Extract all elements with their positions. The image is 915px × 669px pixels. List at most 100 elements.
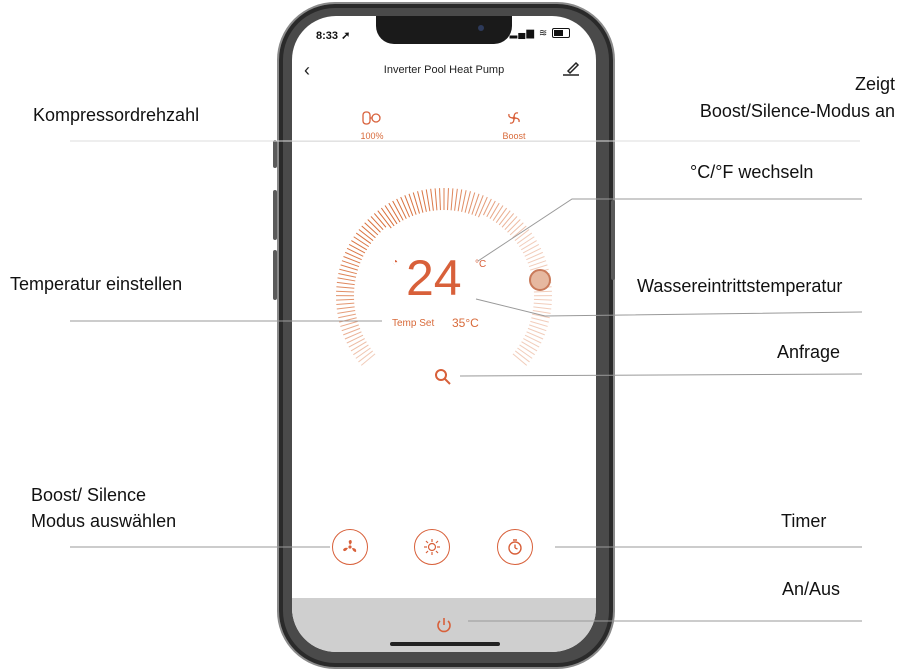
label-query: Anfrage: [777, 341, 840, 363]
label-on-off: An/Aus: [782, 578, 840, 600]
label-select-mode-line1: Boost/ Silence: [31, 484, 146, 506]
dial-tick: [530, 321, 547, 326]
dial-tick: [515, 351, 529, 362]
dial-tick: [505, 216, 517, 229]
dial-tick: [418, 191, 423, 212]
dial-tick: [385, 206, 397, 224]
dial-tick: [337, 311, 355, 314]
dial-tick: [483, 199, 491, 215]
dial-tick: [345, 252, 361, 259]
dial-tick: [351, 241, 366, 250]
dial-tick: [405, 195, 413, 216]
dial-tick: [465, 191, 470, 212]
dial-tick: [397, 199, 407, 219]
water-temp-marker-icon: ◔: [392, 257, 398, 268]
dial-tick: [528, 328, 545, 334]
dial-tick: [533, 307, 551, 309]
mode-value: Boost: [484, 131, 544, 141]
heat-mode-button[interactable]: [414, 529, 450, 565]
camera-icon: [478, 25, 484, 31]
label-switch-unit: °C/°F wechseln: [690, 161, 813, 183]
volume-button: [273, 250, 277, 300]
dial-tick: [529, 261, 546, 267]
dial-tick: [496, 208, 506, 223]
dial-tick: [365, 223, 378, 235]
temp-set-value: 35°C: [452, 316, 479, 330]
volume-button: [273, 140, 277, 168]
dial-tick: [487, 201, 496, 217]
mode-indicator: Boost: [484, 110, 544, 141]
app-title: Inverter Pool Heat Pump: [292, 64, 596, 76]
dial-tick: [342, 261, 359, 267]
dial-tick: [354, 237, 369, 247]
dial-tick: [520, 345, 535, 355]
unit-toggle[interactable]: °C: [475, 259, 486, 270]
dial-tick: [431, 189, 434, 211]
dial-tick: [338, 278, 356, 281]
dial-tick: [339, 318, 356, 322]
dial-tick: [343, 256, 360, 263]
dial-tick: [336, 303, 354, 304]
dial-tick: [368, 220, 381, 233]
timer-button[interactable]: [497, 529, 533, 565]
dial-tick: [525, 335, 541, 343]
label-shows-mode-line2: Boost/Silence-Modus an: [620, 100, 895, 122]
phone-screen: 8:33 ➚ ▂▄▆ ≋ ‹ Inverter Pool Heat Pump 1…: [292, 16, 596, 652]
dial-tick: [502, 213, 514, 227]
divider: [292, 141, 596, 142]
dial-tick: [413, 192, 419, 213]
fan-icon: [506, 110, 522, 126]
dial-tick: [478, 197, 487, 217]
dial-tick: [337, 307, 355, 309]
dial-tick: [513, 354, 527, 366]
dial-tick: [455, 189, 458, 211]
temperature-dial[interactable]: [292, 16, 596, 416]
dial-tick: [490, 203, 499, 218]
dial-tick: [475, 195, 483, 216]
dial-tick: [336, 299, 354, 300]
compressor-value: 100%: [342, 131, 402, 141]
dial-tick: [534, 291, 552, 292]
dial-tick: [378, 211, 391, 228]
status-icons: ▂▄▆ ≋: [510, 28, 570, 39]
dial-tick: [513, 226, 527, 238]
edit-icon: [562, 60, 580, 76]
dial-tick: [534, 303, 552, 304]
power-button[interactable]: [435, 616, 453, 639]
dial-tick: [362, 226, 376, 238]
dial-tick: [422, 190, 427, 212]
fan-mode-button[interactable]: [332, 529, 368, 565]
dial-tick: [508, 220, 521, 233]
dial-tick: [534, 299, 552, 300]
dial-tick: [472, 194, 479, 215]
dial-tick: [525, 248, 541, 256]
dial-tick: [349, 339, 365, 348]
dial-tick: [381, 208, 394, 226]
search-icon: [434, 368, 452, 386]
edit-button[interactable]: [562, 60, 580, 81]
dial-tick: [519, 237, 534, 247]
dial-tick: [529, 325, 546, 331]
dial-tick: [393, 201, 403, 220]
query-button[interactable]: [434, 368, 452, 391]
dial-tick: [342, 325, 359, 331]
dial-tick: [371, 216, 383, 229]
dial-tick: [374, 213, 386, 227]
timer-icon: [506, 538, 524, 556]
home-indicator: [390, 642, 500, 646]
dial-tick: [336, 291, 354, 292]
dial-tick: [339, 269, 356, 273]
dial-tick: [356, 348, 371, 358]
dial-tick: [522, 342, 538, 351]
volume-button: [273, 190, 277, 240]
dial-knob[interactable]: [529, 269, 551, 291]
dial-tick: [493, 206, 503, 221]
dial-tick: [523, 244, 539, 253]
dial-tick: [345, 332, 362, 339]
dial-tick: [517, 233, 532, 243]
dial-tick: [468, 192, 474, 213]
dial-tick: [426, 189, 430, 211]
dial-tick: [528, 256, 545, 263]
dial-tick: [532, 314, 550, 318]
dial-tick: [499, 211, 510, 225]
